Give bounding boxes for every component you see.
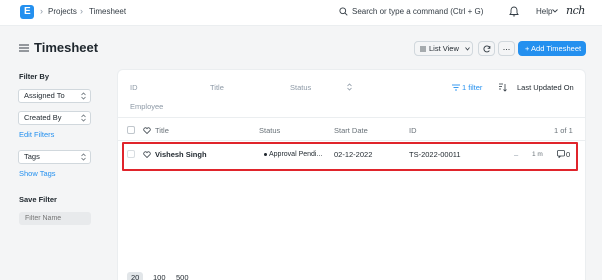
divider bbox=[118, 140, 585, 141]
tags-label: Tags bbox=[24, 152, 40, 161]
title-filter-field[interactable]: Title bbox=[210, 83, 224, 93]
search-input[interactable]: Search or type a command (Ctrl + G) bbox=[352, 7, 483, 17]
filter-by-heading: Filter By bbox=[19, 72, 50, 81]
column-header-status: Status bbox=[259, 126, 281, 135]
tags-select[interactable]: Tags bbox=[18, 150, 91, 164]
divider bbox=[118, 117, 585, 118]
page-size-100-button[interactable]: 100 bbox=[149, 272, 170, 280]
select-arrows-icon bbox=[81, 114, 86, 122]
result-count: 1 of 1 bbox=[554, 126, 573, 135]
sort-by-button[interactable]: Last Updated On bbox=[517, 83, 574, 93]
refresh-icon bbox=[483, 45, 491, 53]
chevron-down-icon bbox=[552, 9, 558, 13]
select-arrows-icon bbox=[81, 153, 86, 161]
column-header-start-date: Start Date bbox=[334, 126, 368, 135]
column-header-title: Title bbox=[155, 126, 169, 135]
app-logo[interactable]: E bbox=[20, 5, 34, 19]
select-arrows-icon bbox=[347, 83, 352, 91]
breadcrumb-timesheet[interactable]: Timesheet bbox=[89, 7, 126, 17]
page-size-20-button[interactable]: 20 bbox=[127, 272, 144, 280]
breadcrumb-projects[interactable]: Projects bbox=[48, 7, 77, 17]
created-by-label: Created By bbox=[24, 113, 62, 122]
user-avatar[interactable]: nch bbox=[566, 3, 585, 19]
edit-filters-link[interactable]: Edit Filters bbox=[19, 130, 54, 140]
list-view-label: List View bbox=[429, 44, 459, 53]
sort-order-icon[interactable] bbox=[498, 83, 507, 92]
app-logo-letter: E bbox=[24, 6, 31, 17]
assigned-to-label: Assigned To bbox=[24, 91, 65, 100]
id-filter-field[interactable]: ID bbox=[130, 83, 138, 93]
breadcrumb-separator-icon: › bbox=[40, 6, 43, 16]
chevron-down-icon bbox=[465, 47, 470, 51]
highlighted-row-outline bbox=[122, 142, 578, 171]
assigned-to-select[interactable]: Assigned To bbox=[18, 89, 91, 103]
page-size-500-button[interactable]: 500 bbox=[172, 272, 193, 280]
heart-icon[interactable] bbox=[143, 127, 151, 134]
more-actions-button[interactable]: ... bbox=[498, 41, 515, 56]
add-timesheet-button[interactable]: + Add Timesheet bbox=[518, 41, 586, 56]
filter-count-label: 1 filter bbox=[462, 83, 483, 92]
top-navbar: E › Projects › Timesheet Search or type … bbox=[0, 0, 602, 26]
reload-button[interactable] bbox=[478, 41, 495, 56]
filter-name-input[interactable] bbox=[19, 212, 91, 225]
list-view-button[interactable]: List View bbox=[414, 41, 473, 56]
column-header-id: ID bbox=[409, 126, 417, 135]
employee-filter-field[interactable]: Employee bbox=[130, 102, 163, 112]
show-tags-link[interactable]: Show Tags bbox=[19, 169, 56, 179]
help-menu[interactable]: Help bbox=[536, 7, 552, 17]
save-filter-heading: Save Filter bbox=[19, 195, 57, 204]
page-title: Timesheet bbox=[34, 40, 99, 55]
status-filter-field[interactable]: Status bbox=[290, 83, 311, 93]
list-icon bbox=[420, 46, 426, 52]
notification-bell-icon[interactable] bbox=[509, 6, 519, 17]
filter-icon bbox=[452, 84, 460, 91]
breadcrumb-separator-icon: › bbox=[80, 6, 83, 16]
select-all-checkbox[interactable] bbox=[127, 126, 135, 134]
created-by-select[interactable]: Created By bbox=[18, 111, 91, 125]
list-card bbox=[117, 69, 586, 280]
sidebar-toggle-icon[interactable] bbox=[19, 44, 29, 52]
search-icon[interactable] bbox=[339, 7, 348, 16]
select-arrows-icon bbox=[81, 92, 86, 100]
